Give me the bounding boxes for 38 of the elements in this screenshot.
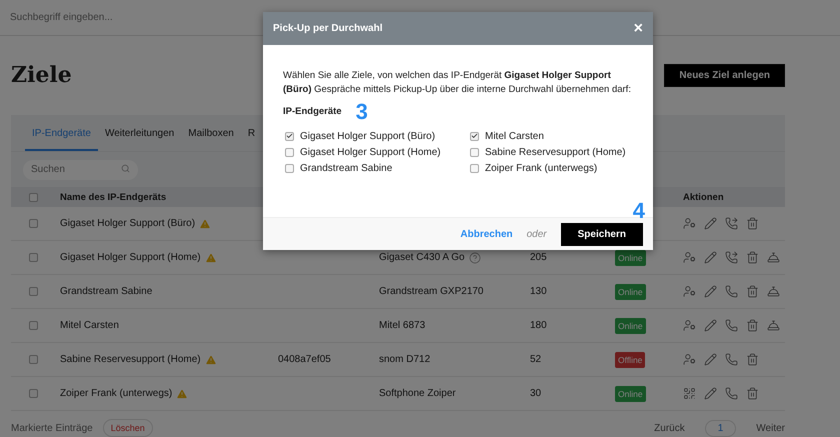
- table-cell: Sabine Reservesupport (Home): [60, 354, 201, 365]
- table-cell: Mitel Carsten: [60, 320, 119, 331]
- column-header: Name des IP-Endgeräts: [60, 192, 168, 202]
- selected-entries-label: Markierte Einträge: [11, 422, 93, 434]
- table-cell: Grandstream GXP2170: [379, 286, 484, 297]
- step-number: 3: [356, 98, 368, 125]
- step-number: 4: [632, 198, 645, 224]
- table-cell: 30: [530, 388, 542, 399]
- group-label: IP-Endgeräte: [283, 106, 342, 118]
- status-badge: Online: [615, 284, 646, 300]
- table-cell: Gigaset Holger Support (Home): [60, 252, 201, 263]
- column-header: Aktionen: [683, 192, 725, 202]
- table-cell: Gigaset C430 A Go: [379, 252, 465, 263]
- table-cell: 205: [530, 252, 547, 263]
- checkbox-label: Sabine Reservesupport (Home): [485, 146, 626, 158]
- table-cell: snom D712: [379, 354, 430, 365]
- or-label: oder: [526, 228, 547, 240]
- status-badge: Online: [615, 386, 646, 402]
- table-cell: 0408a7ef05: [278, 354, 331, 365]
- table-cell: Softphone Zoiper: [379, 388, 456, 399]
- status-badge: Online: [615, 250, 646, 266]
- table-cell: 52: [530, 354, 542, 365]
- dialog-text: Wählen Sie alle Ziele, von welchen das IP-Endgerät Gigaset Holger Support (Büro) Gespräche mittels Pickup-Up über die interne Durchwahl übernehmen darf:: [283, 69, 632, 97]
- status-badge: Online: [615, 318, 646, 334]
- dialog-title: Pick-Up per Durchwahl: [273, 23, 382, 34]
- table-cell: 130: [530, 286, 547, 297]
- table-cell: 180: [530, 320, 547, 331]
- checkbox-label: Mitel Carsten: [485, 130, 544, 142]
- page-title: Ziele: [11, 62, 72, 88]
- checkbox-label: Gigaset Holger Support (Büro): [300, 130, 436, 142]
- table-cell: Grandstream Sabine: [60, 286, 152, 297]
- table-cell: Mitel 6873: [379, 320, 426, 331]
- table-cell: Zoiper Frank (unterwegs): [60, 388, 172, 399]
- table-cell: Gigaset Holger Support (Büro): [60, 218, 196, 229]
- checkbox-label: Gigaset Holger Support (Home): [300, 146, 441, 158]
- checkbox-label: Grandstream Sabine: [300, 162, 392, 174]
- checkbox-label: Zoiper Frank (unterwegs): [485, 162, 598, 174]
- status-badge: Offline: [615, 352, 646, 368]
